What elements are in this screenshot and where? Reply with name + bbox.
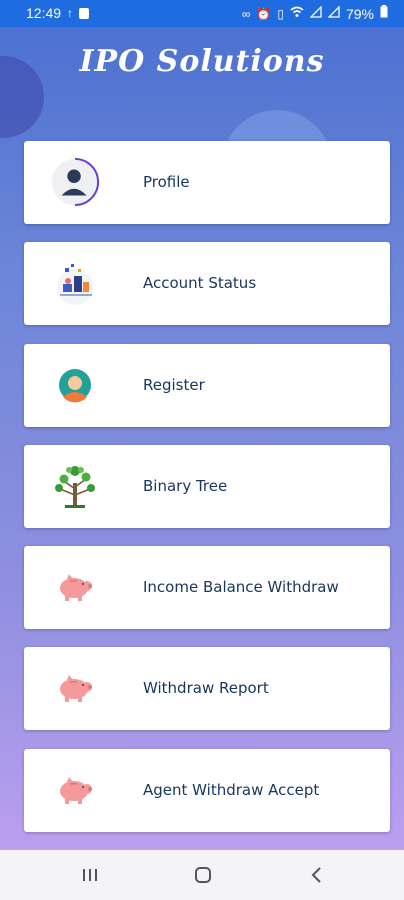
alarm-icon: ⏰ [256, 6, 272, 21]
menu-item-label: Profile [143, 173, 190, 191]
menu-item-profile[interactable]: Profile [24, 141, 390, 224]
menu-item-register[interactable]: Register [24, 343, 390, 427]
piggy-bank-icon [50, 562, 100, 612]
profile-icon [50, 157, 100, 207]
menu-item-label: Binary Tree [143, 476, 228, 495]
status-bar: 12:49 ↑ ∞ ⏰ ▯ 79% [0, 0, 404, 27]
app-title: IPO Solutions [79, 44, 325, 79]
register-person-icon [50, 360, 100, 410]
recent-apps-button[interactable] [77, 862, 103, 888]
menu-item-label: Account Status [143, 274, 257, 293]
status-bar-right: ∞ ⏰ ▯ 79% [241, 4, 388, 22]
menu-item-label: Register [143, 375, 205, 394]
battery-icon [380, 5, 388, 22]
back-icon [311, 867, 321, 883]
menu-item-withdraw-report[interactable]: Withdraw Report [24, 647, 390, 731]
system-nav-bar [0, 850, 404, 900]
menu-item-label: Withdraw Report [143, 679, 269, 698]
vibrate-icon: ▯ [277, 6, 284, 21]
menu-item-account-status[interactable]: Account Status [24, 242, 390, 326]
menu-list: Profile Account Status Register Binary T… [24, 141, 390, 850]
wifi-icon [290, 6, 304, 22]
app-screen: 12:49 ↑ ∞ ⏰ ▯ 79% IPO Solutions Profile … [0, 0, 404, 900]
recent-apps-icon [83, 869, 97, 881]
home-icon [195, 867, 211, 883]
message-icon [79, 7, 90, 19]
back-button[interactable] [304, 862, 330, 888]
piggy-bank-icon [50, 663, 100, 713]
menu-item-income-balance-withdraw[interactable]: Income Balance Withdraw [24, 546, 390, 630]
signal-icon [309, 4, 322, 22]
menu-item-label: Income Balance Withdraw [143, 578, 339, 597]
menu-item-agent-withdraw-accept[interactable]: Agent Withdraw Accept [24, 748, 390, 832]
status-time: 12:49 [26, 5, 62, 21]
menu-item-binary-tree[interactable]: Binary Tree [24, 444, 390, 528]
menu-item-label: Agent Withdraw Accept [143, 780, 320, 799]
status-bar-left: 12:49 ↑ [26, 5, 90, 21]
signal-icon [327, 4, 340, 22]
account-status-icon [50, 258, 100, 308]
home-button[interactable] [190, 862, 216, 888]
link-icon: ∞ [241, 6, 251, 21]
tree-icon [50, 461, 100, 511]
piggy-bank-icon [50, 765, 100, 815]
usb-icon: ↑ [67, 6, 74, 20]
battery-percent: 79% [345, 5, 374, 22]
